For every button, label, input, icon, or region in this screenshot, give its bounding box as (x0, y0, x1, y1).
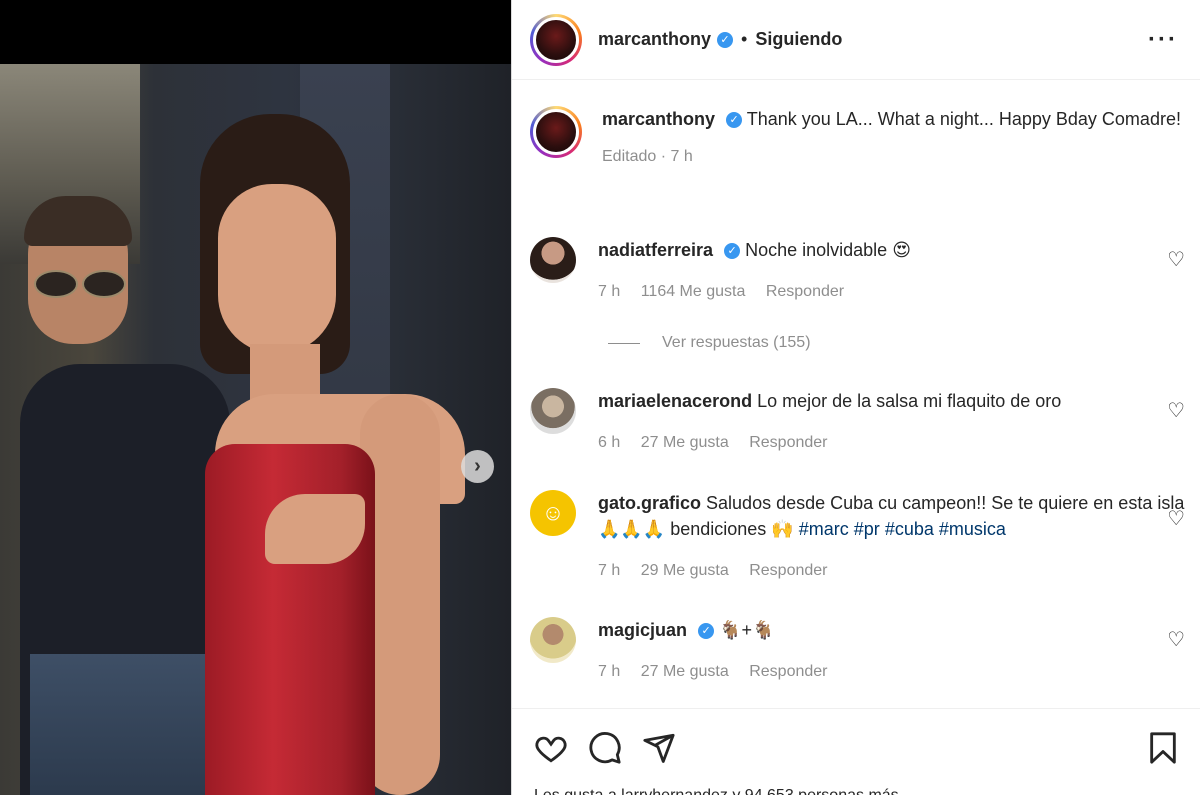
photo-sunglasses (34, 270, 126, 298)
hashtag-link[interactable]: #pr (854, 519, 880, 539)
caption-edited-time: Editado · 7 h (602, 148, 693, 165)
post-action-bar: Les gusta a larryhernandez y 94.653 pers… (512, 708, 1200, 795)
view-replies-label: Ver respuestas (155) (662, 334, 811, 351)
caption-avatar[interactable] (530, 106, 582, 158)
commenter-username[interactable]: nadiatferreira (598, 240, 713, 260)
comment-likes[interactable]: 29 Me gusta (641, 562, 729, 579)
share-icon[interactable] (642, 731, 676, 765)
comment-time: 7 h (598, 562, 621, 579)
bookmark-icon[interactable] (1146, 731, 1180, 765)
heart-icon[interactable]: ♡ (1167, 398, 1185, 423)
author-username[interactable]: marcanthony (598, 29, 711, 50)
caption-text: Thank you LA... What a night... Happy Bd… (746, 109, 1181, 129)
comment-time: 7 h (598, 663, 621, 680)
comments-list: marcanthony ✓ Thank you LA... What a nig… (512, 80, 1200, 708)
likes-summary[interactable]: Les gusta a larryhernandez y 94.653 pers… (534, 787, 899, 795)
heart-icon[interactable]: ♡ (1167, 247, 1185, 272)
hashtag-link[interactable]: #cuba (885, 519, 934, 539)
view-replies-button[interactable]: Ver respuestas (155) (608, 334, 811, 352)
comment-item: mariaelenacerond Lo mejor de la salsa mi… (530, 388, 1185, 456)
post-photo: › (0, 0, 511, 795)
instagram-post-view: › marcanthony ✓ • Siguiendo ··· marcanth… (0, 0, 1200, 795)
comment-icon[interactable] (588, 731, 622, 765)
commenter-avatar[interactable] (530, 237, 576, 283)
heart-icon[interactable] (534, 731, 568, 765)
reply-button[interactable]: Responder (749, 434, 827, 451)
photo-dress-cutout (265, 494, 365, 564)
verified-badge-icon: ✓ (724, 243, 741, 260)
comment-likes[interactable]: 1164 Me gusta (641, 283, 746, 300)
reply-button[interactable]: Responder (749, 562, 827, 579)
separator-dot: • (741, 29, 748, 49)
photo-man-jeans (30, 654, 210, 795)
heart-icon[interactable]: ♡ (1167, 627, 1185, 652)
heart-icon[interactable]: ♡ (1167, 506, 1185, 531)
verified-badge-icon: ✓ (698, 623, 715, 640)
reply-button[interactable]: Responder (766, 283, 844, 300)
author-avatar[interactable] (530, 13, 582, 66)
photo-woman-face (218, 184, 336, 354)
comment-likes[interactable]: 27 Me gusta (641, 434, 729, 451)
comment-text: Lo mejor de la salsa mi flaquito de oro (757, 391, 1062, 411)
commenter-avatar[interactable] (530, 388, 576, 434)
photo-letterbox (0, 0, 511, 64)
photo-scene (0, 64, 511, 795)
post-header: marcanthony ✓ • Siguiendo ··· (512, 0, 1200, 80)
following-button[interactable]: Siguiendo (755, 29, 842, 50)
comment-item: magicjuan ✓ 🐐+🐐 7 h 27 Me gusta Responde… (530, 617, 1185, 685)
commenter-username[interactable]: mariaelenacerond (598, 391, 752, 411)
more-options-icon[interactable]: ··· (1148, 26, 1178, 54)
hashtag-link[interactable]: #musica (939, 519, 1006, 539)
comment-likes[interactable]: 27 Me gusta (641, 663, 729, 680)
caption-row: marcanthony ✓ Thank you LA... What a nig… (530, 106, 1185, 170)
caption-username[interactable]: marcanthony (602, 109, 715, 129)
commenter-avatar[interactable] (530, 617, 576, 663)
hashtag-link[interactable]: #marc (799, 519, 849, 539)
comment-time: 6 h (598, 434, 621, 451)
commenter-username[interactable]: magicjuan (598, 620, 687, 640)
comment-item: nadiatferreira ✓ Noche inolvidable 😍 7 h… (530, 237, 1185, 305)
chevron-right-icon[interactable]: › (461, 450, 494, 483)
reply-button[interactable]: Responder (749, 663, 827, 680)
comment-item: ☺ gato.grafico Saludos desde Cuba cu cam… (530, 490, 1185, 584)
commenter-avatar[interactable]: ☺ (530, 490, 576, 536)
post-details-panel: marcanthony ✓ • Siguiendo ··· marcanthon… (511, 0, 1200, 795)
commenter-username[interactable]: gato.grafico (598, 493, 701, 513)
verified-badge-icon: ✓ (726, 112, 743, 129)
comment-text: 🐐+🐐 (719, 620, 775, 640)
comment-text: Noche inolvidable 😍 (745, 240, 911, 260)
comment-time: 7 h (598, 283, 621, 300)
verified-badge-icon: ✓ (717, 31, 734, 48)
